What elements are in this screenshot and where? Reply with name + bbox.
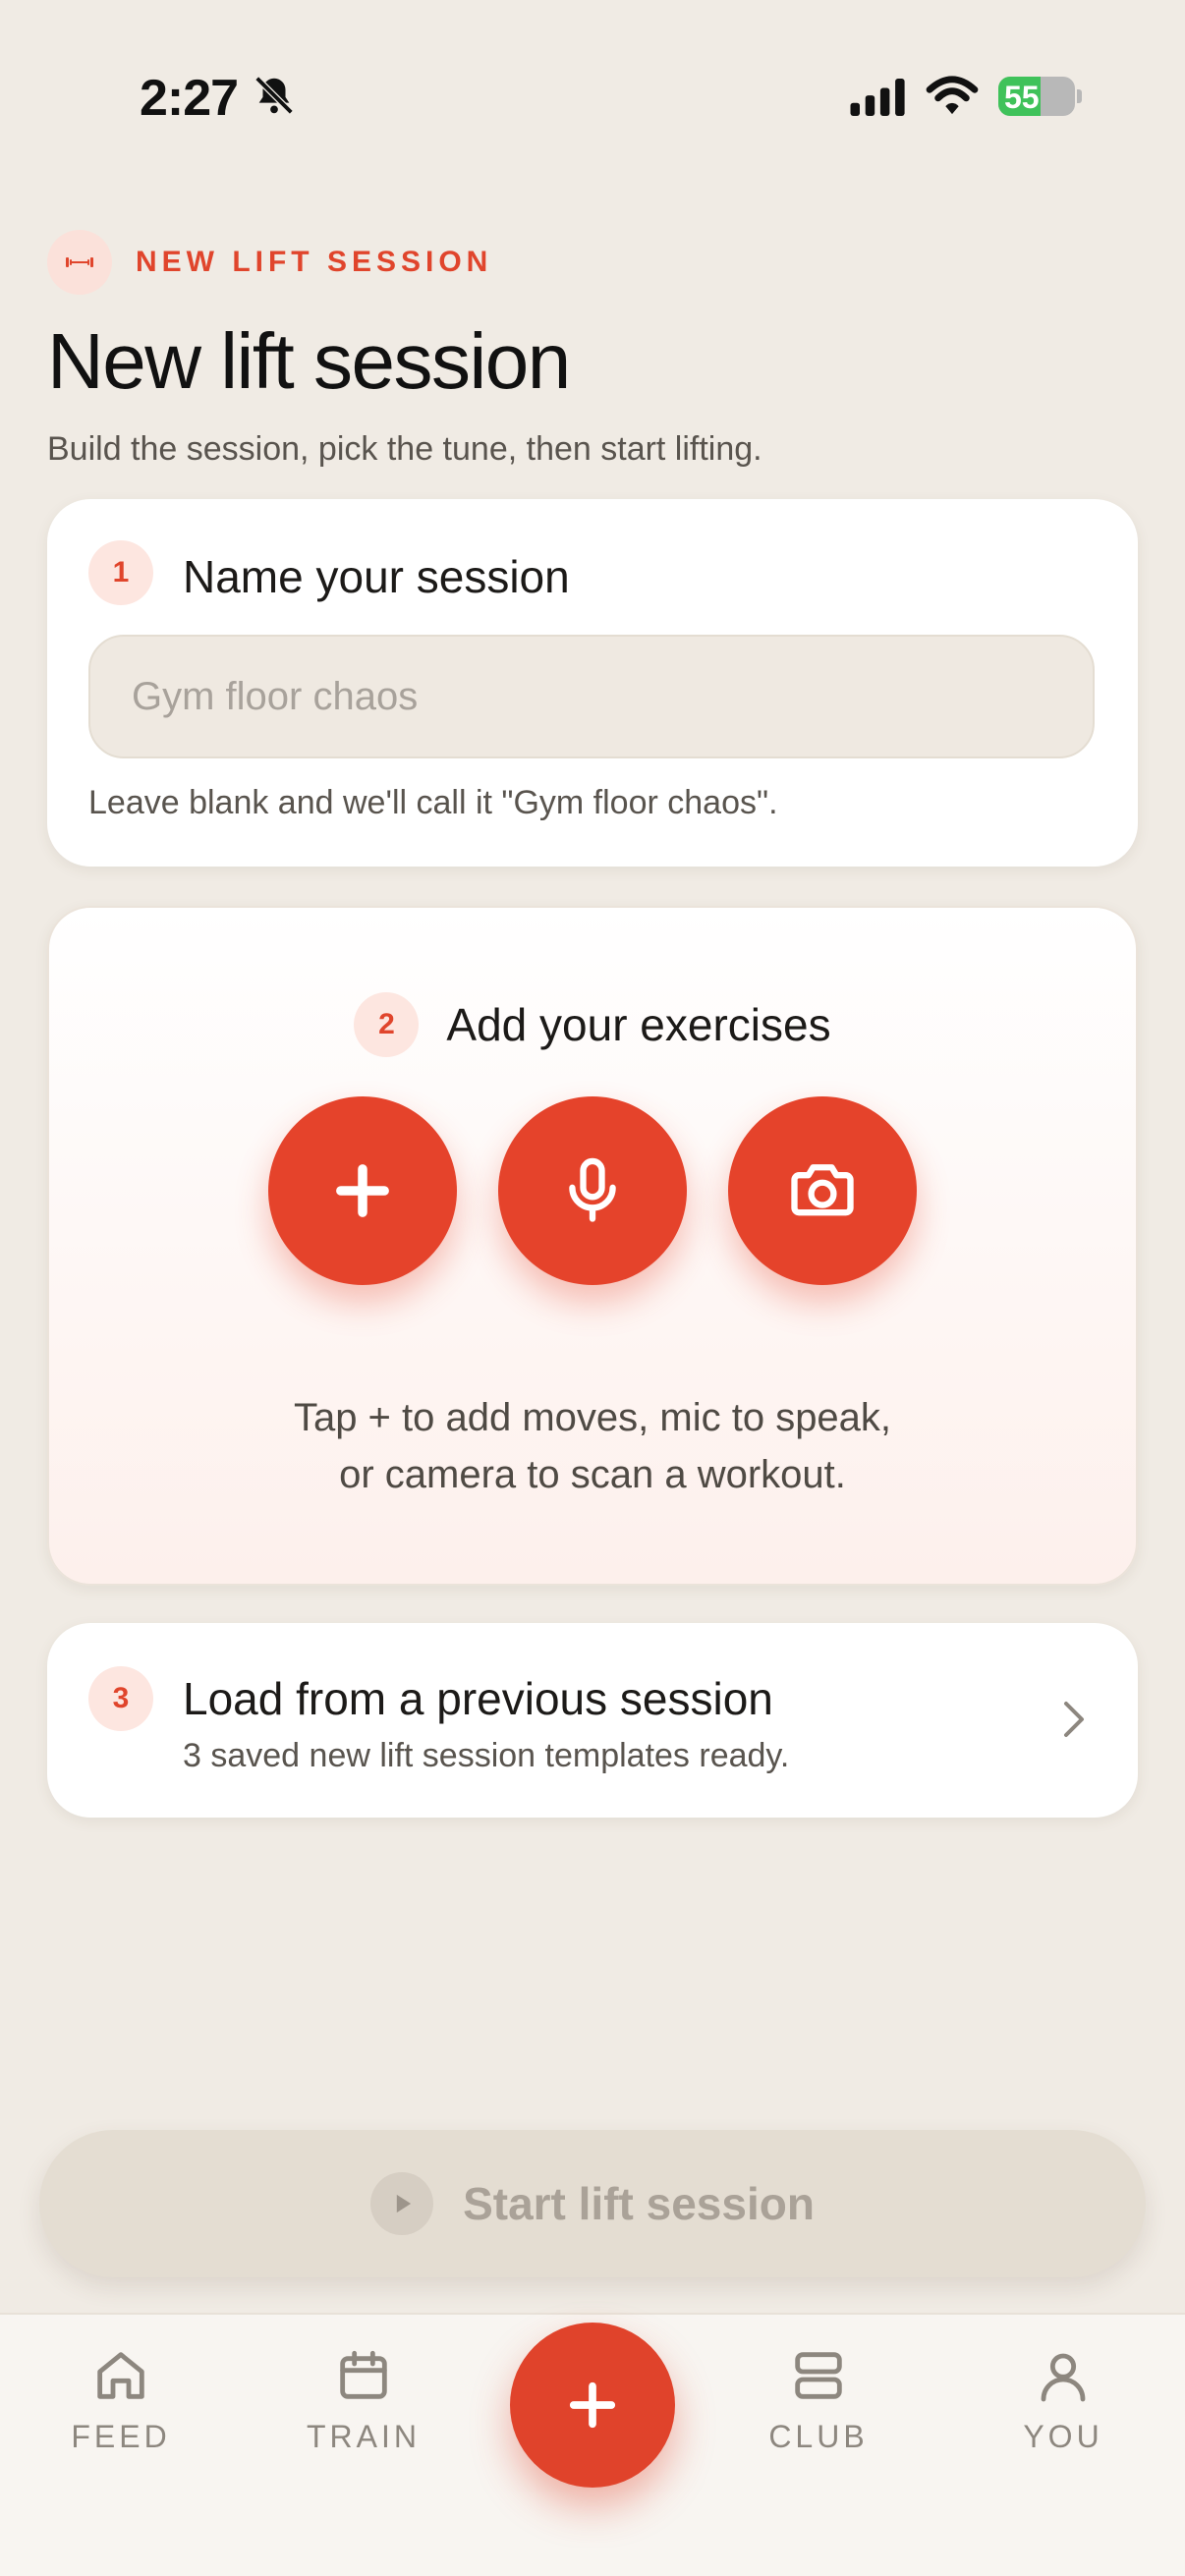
chevron-right-icon <box>1064 1702 1084 1737</box>
voice-input-button[interactable] <box>498 1096 687 1285</box>
status-bar: 2:27 55 <box>0 0 1185 187</box>
tab-label: FEED <box>71 2419 171 2454</box>
plus-icon <box>336 1164 389 1217</box>
calendar-icon <box>340 2350 387 2399</box>
battery-percent: 55 <box>1004 80 1040 115</box>
session-name-hint: Leave blank and we'll call it "Gym floor… <box>88 784 778 821</box>
battery-indicator: 55 <box>998 77 1082 116</box>
wifi-icon <box>926 76 979 115</box>
tab-you[interactable]: YOU <box>965 2344 1161 2455</box>
dumbbell-icon <box>47 230 112 295</box>
bell-muted-icon <box>254 76 294 115</box>
microphone-icon <box>569 1157 616 1222</box>
new-session-fab[interactable] <box>510 2323 675 2488</box>
card-title: Load from a previous session <box>183 1673 773 1724</box>
card-subtitle: 3 saved new lift session templates ready… <box>183 1737 790 1774</box>
person-icon <box>1041 2353 1086 2402</box>
tab-train[interactable]: TRAIN <box>265 2344 462 2455</box>
eyebrow-label: NEW LIFT SESSION <box>136 246 493 278</box>
status-time: 2:27 <box>140 70 239 127</box>
card-title: Name your session <box>183 551 570 602</box>
load-previous-session-row[interactable]: 3 Load from a previous session 3 saved n… <box>47 1623 1138 1818</box>
page-title: New lift session <box>47 317 571 405</box>
step-number-badge: 3 <box>88 1666 153 1731</box>
section-eyebrow: NEW LIFT SESSION <box>47 230 492 295</box>
card-title: Add your exercises <box>446 999 831 1050</box>
start-lift-session-button[interactable]: Start lift session <box>39 2130 1146 2277</box>
tab-label: TRAIN <box>307 2419 421 2454</box>
play-icon <box>370 2172 434 2235</box>
tab-label: CLUB <box>768 2419 869 2454</box>
tab-club[interactable]: CLUB <box>720 2344 917 2455</box>
session-name-input[interactable] <box>88 635 1095 758</box>
add-exercise-button[interactable] <box>268 1096 457 1285</box>
name-session-card: 1 Name your session Leave blank and we'l… <box>47 499 1138 867</box>
step-number-badge: 2 <box>354 992 420 1057</box>
start-button-label: Start lift session <box>463 2178 815 2229</box>
cellular-signal-icon <box>850 79 905 116</box>
tab-label: YOU <box>1023 2419 1103 2454</box>
tab-feed[interactable]: FEED <box>23 2344 219 2455</box>
add-exercises-card: 2 Add your exercises Tap + to add moves,… <box>47 906 1138 1586</box>
page-subtitle: Build the session, pick the tune, then s… <box>47 430 762 468</box>
camera-icon <box>791 1164 854 1216</box>
add-exercises-hint: Tap + to add moves, mic to speak, or cam… <box>293 1396 892 1496</box>
home-icon <box>97 2352 144 2399</box>
scan-workout-button[interactable] <box>728 1096 917 1285</box>
plus-icon <box>569 2381 616 2429</box>
stack-icon <box>795 2352 842 2399</box>
step-number-badge: 1 <box>88 540 153 605</box>
